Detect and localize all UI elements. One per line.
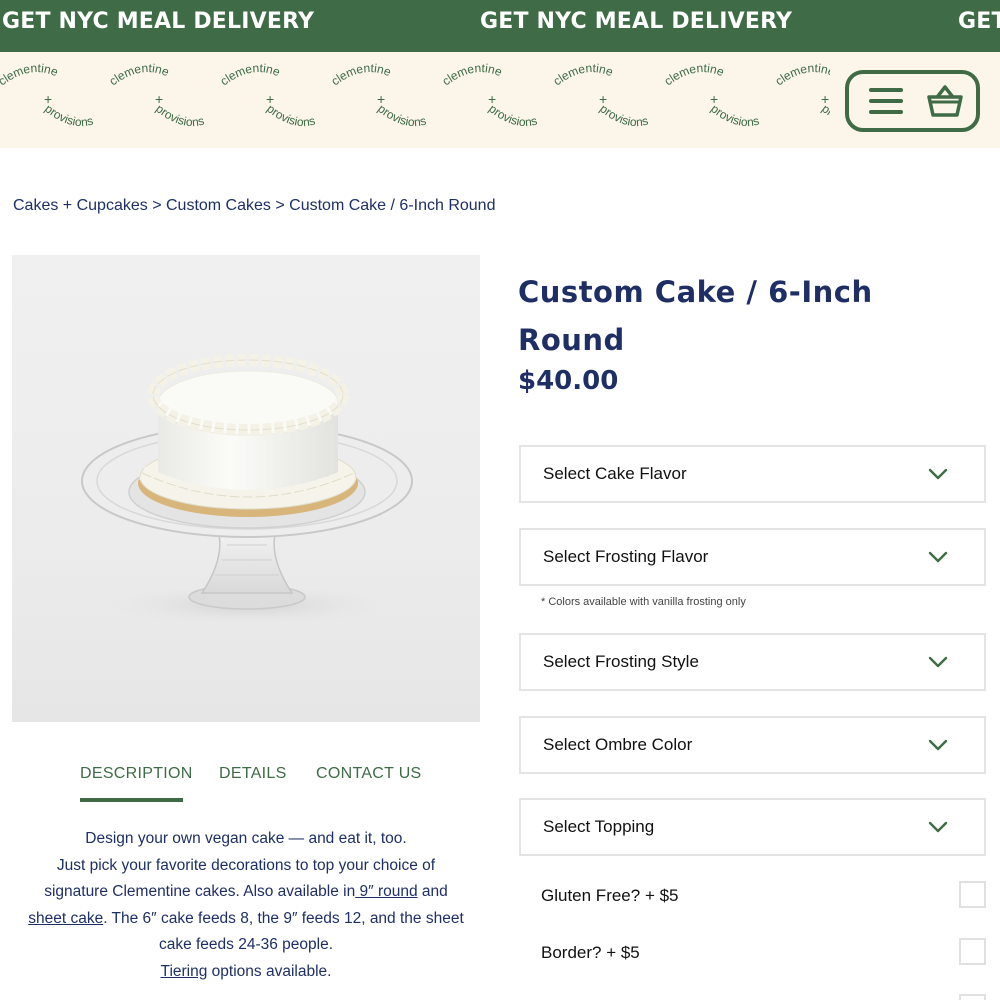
banner-text[interactable]: GET NYC MEAL DELIVERY [2,9,314,34]
topping-select[interactable]: Select Topping [519,798,986,856]
tab-contact-us[interactable]: CONTACT US [316,765,422,783]
description-line: Just pick your favorite decorations to t… [56,856,436,874]
frosting-style-select[interactable]: Select Frosting Style [519,633,986,691]
site-header: clementine+provisionsclementine+provisio… [0,52,1000,148]
logo-text-top: clementine [440,61,505,88]
chevron-down-icon [928,468,948,480]
logo-text-top: clementine [773,61,830,88]
breadcrumb-separator: > [152,197,162,214]
hamburger-menu-icon[interactable] [869,88,903,116]
select-label: Select Ombre Color [543,735,693,754]
ombre-color-select[interactable]: Select Ombre Color [519,716,986,774]
product-image[interactable] [12,255,480,722]
banner-text[interactable]: GET NYC MEAL DELIVERY [480,9,792,34]
logo-text-top: clementine [218,61,283,88]
logo-mark: clementine+provisions [218,61,317,129]
basket-icon[interactable] [927,84,963,118]
logo-text-top: clementine [329,61,394,88]
logo-mark: clementine+provisions [662,61,761,129]
nav-controls [845,70,980,132]
description-line: signature Clementine cakes. Also availab… [44,883,448,900]
logo-mark: clementine+provisions [773,61,830,129]
border-label: Border? + $5 [541,943,640,962]
tab-details[interactable]: DETAILS [219,765,287,783]
description-line: Design your own vegan cake — and eat it,… [85,830,407,847]
border-checkbox[interactable] [959,938,986,965]
logo-text-bottom: provisions [153,101,205,129]
chevron-down-icon [928,739,948,751]
frosting-flavor-select[interactable]: Select Frosting Flavor [519,528,986,586]
logo-text-bottom: provisions [597,101,649,129]
description-line: Tiering options available. [160,962,332,980]
banner-text[interactable]: GET NYC MEAL DELIVERY [958,9,1000,34]
chevron-down-icon [928,821,948,833]
logo-mark: clementine+provisions [440,61,539,129]
breadcrumb-item-cakes-cupcakes[interactable]: Cakes + Cupcakes [13,197,148,214]
logo-text-bottom: provisions [42,101,94,129]
tiering-link[interactable]: Tiering [161,963,208,980]
gluten-free-label: Gluten Free? + $5 [541,886,679,905]
breadcrumb-item-custom-cakes[interactable]: Custom Cakes [166,197,271,214]
logo-mark: clementine+provisions [551,61,650,129]
breadcrumb: Cakes + Cupcakes > Custom Cakes > Custom… [13,197,495,215]
select-label: Select Topping [543,817,655,836]
description-line: cake feeds 24-36 people. [158,936,334,953]
logo-text-top: clementine [551,61,616,88]
breadcrumb-separator: > [275,197,285,214]
select-label: Select Cake Flavor [543,464,687,483]
chevron-down-icon [928,551,948,563]
logo-mark: clementine+provisions [329,61,428,129]
logo-text-bottom: provisions [375,101,427,129]
chevron-down-icon [928,656,948,668]
active-tab-indicator [80,798,183,802]
logo-mark: clementine+provisions [107,61,206,129]
description-line: sheet cake. The 6″ cake feeds 8, the 9″ … [28,909,464,927]
product-price: $40.00 [518,366,619,396]
tab-description[interactable]: DESCRIPTION [80,765,193,783]
product-title: Custom Cake / 6-Inch Round [518,275,873,357]
promo-banner[interactable]: GET NYC MEAL DELIVERY GET NYC MEAL DELIV… [0,0,1000,52]
select-label: Select Frosting Flavor [543,547,709,566]
gluten-free-checkbox[interactable] [959,881,986,908]
logo-mark: clementine+provisions [0,61,95,129]
logo-text-top: clementine [0,61,61,88]
sheet-cake-link[interactable]: sheet cake [28,910,103,927]
logo-pattern[interactable]: clementine+provisionsclementine+provisio… [0,52,830,148]
logo-text-bottom: provisions [264,101,316,129]
logo-text-top: clementine [662,61,727,88]
cake-flavor-select[interactable]: Select Cake Flavor [519,445,986,503]
option-checkbox[interactable] [959,994,986,1000]
nine-inch-round-link[interactable]: 9″ round [355,883,418,900]
breadcrumb-item-current[interactable]: Custom Cake / 6-Inch Round [289,197,495,214]
logo-text-top: clementine [107,61,172,88]
select-label: Select Frosting Style [543,652,699,671]
logo-text-bottom: provisions [708,101,760,129]
frosting-note: * Colors available with vanilla frosting… [541,596,746,608]
product-tabs: DESCRIPTION DETAILS CONTACT US [0,765,490,805]
logo-text-bottom: provisions [486,101,538,129]
product-description: Design your own vegan cake — and eat it,… [12,826,480,985]
